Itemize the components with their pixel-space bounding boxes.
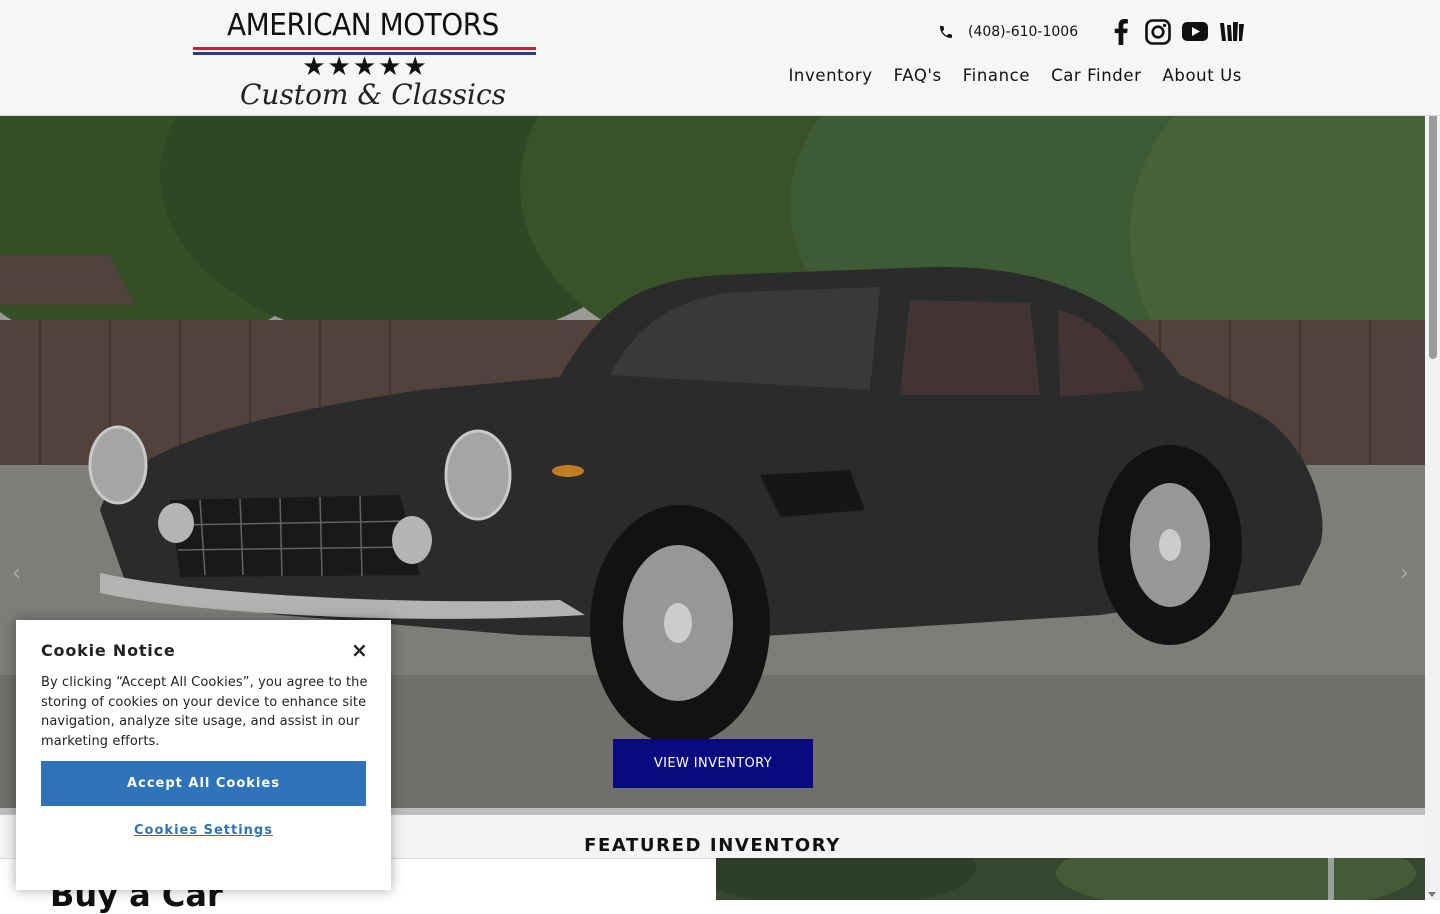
featured-car-image[interactable] (716, 858, 1425, 900)
page-scrollbar[interactable] (1425, 0, 1440, 900)
nav-about-us[interactable]: About Us (1162, 66, 1242, 85)
slider-next-arrow[interactable]: › (1400, 561, 1409, 586)
nav-car-finder[interactable]: Car Finder (1051, 66, 1141, 85)
main-nav: Inventory FAQ's Finance Car Finder About… (788, 66, 1242, 85)
site-header: AMERICAN MOTORS ★★★★★ Custom & Classics … (0, 0, 1440, 116)
dealer-rater-icon[interactable] (1219, 18, 1245, 46)
site-logo[interactable]: AMERICAN MOTORS ★★★★★ Custom & Classics (193, 6, 538, 112)
phone-icon (938, 24, 954, 40)
phone-number: (408)-610-1006 (968, 24, 1079, 40)
nav-faqs[interactable]: FAQ's (894, 66, 942, 85)
cookie-notice-dialog: Cookie Notice × By clicking “Accept All … (16, 620, 391, 890)
scroll-down-arrow[interactable] (1428, 892, 1436, 897)
nav-finance[interactable]: Finance (963, 66, 1030, 85)
accept-all-cookies-button[interactable]: Accept All Cookies (41, 761, 366, 806)
youtube-icon[interactable] (1182, 18, 1208, 46)
nav-inventory[interactable]: Inventory (788, 66, 872, 85)
view-inventory-button[interactable]: VIEW INVENTORY (613, 739, 813, 788)
logo-stripe-red (193, 47, 536, 50)
facebook-icon[interactable] (1108, 18, 1134, 46)
logo-name: AMERICAN MOTORS (227, 8, 499, 43)
logo-tagline: Custom & Classics (239, 78, 507, 111)
phone-link[interactable]: (408)-610-1006 (938, 24, 1078, 40)
instagram-icon[interactable] (1145, 18, 1171, 46)
slider-prev-arrow[interactable]: ‹ (12, 561, 21, 586)
social-links (1108, 18, 1245, 46)
close-icon[interactable]: × (351, 638, 368, 662)
cookie-notice-text: By clicking “Accept All Cookies”, you ag… (41, 675, 368, 749)
cookies-settings-link[interactable]: Cookies Settings (41, 823, 366, 838)
cookie-notice-title: Cookie Notice (41, 641, 176, 660)
